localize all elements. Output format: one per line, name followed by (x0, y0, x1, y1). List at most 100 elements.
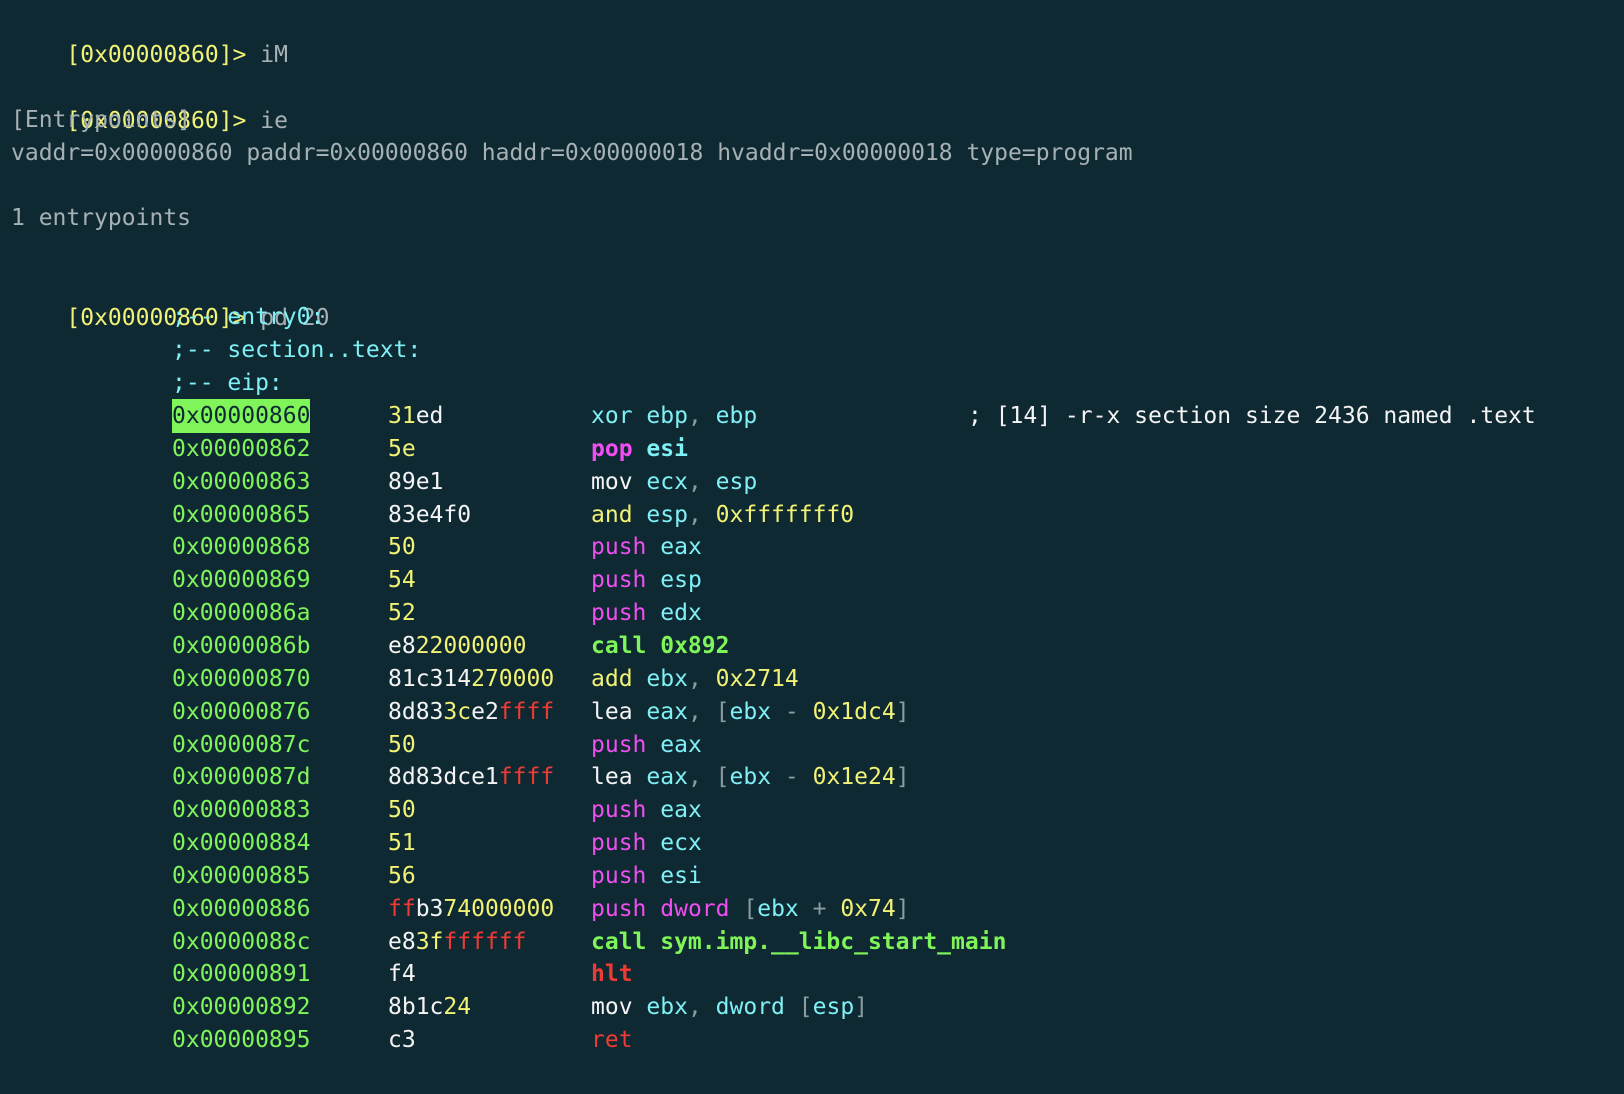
instruction-text: push eax (591, 728, 702, 762)
operand-token: pop (591, 435, 633, 462)
byte-segment: ffff (498, 764, 555, 791)
operand-token: hlt (591, 961, 633, 988)
disasm-row[interactable]: 0x0000086b e822000000 call 0x892 (0, 629, 1624, 663)
disasm-row[interactable]: 0x00000885 56 push esi (0, 859, 1624, 893)
operand-token: ebx (646, 994, 688, 1021)
instruction-address[interactable]: 0x0000088c (172, 925, 310, 959)
instruction-address[interactable]: 0x0000087c (172, 728, 310, 762)
operand-token (646, 896, 660, 922)
disasm-row[interactable]: 0x00000884 51 push ecx (0, 826, 1624, 860)
operand-token: call sym.imp.__libc_start_main (591, 928, 1007, 955)
operand-token: push (591, 567, 647, 594)
disasm-row[interactable]: 0x00000876 8d833ce2ffff lea eax, [ebx - 0x… (0, 695, 1624, 729)
operand-token (646, 600, 660, 626)
byte-segment: 22000000 (415, 632, 527, 659)
disasm-row[interactable]: 0x00000891 f4 hlt (0, 957, 1624, 991)
byte-segment: ffff (498, 698, 555, 725)
byte-segment: e2 (471, 698, 499, 725)
instruction-address[interactable]: 0x00000885 (172, 859, 310, 893)
disasm-row[interactable]: 0x0000086a 52 push edx (0, 596, 1624, 630)
byte-segment: 27 (471, 665, 499, 692)
instruction-address[interactable]: 0x00000865 (172, 498, 310, 532)
byte-segment: 3f (415, 928, 444, 955)
entrypoint-count: 1 entrypoints (11, 205, 192, 231)
instruction-bytes: 52 (388, 596, 416, 630)
operand-token: esp (660, 567, 702, 594)
instruction-address[interactable]: 0x00000891 (172, 957, 310, 991)
instruction-address[interactable]: 0x00000884 (172, 826, 310, 860)
operand-token: ebx (729, 764, 772, 791)
instruction-address[interactable]: 0x00000895 (172, 1023, 310, 1057)
disasm-row[interactable]: 0x00000863 89e1 mov ecx, esp (0, 465, 1624, 499)
instruction-bytes: 31ed (388, 399, 443, 433)
disasm-row[interactable]: 0x0000088c e83fffffff call sym.imp.__libc_… (0, 925, 1624, 959)
disasm-row[interactable]: 0x00000865 83e4f0 and esp, 0xfffffff0 (0, 498, 1624, 532)
instruction-address[interactable]: 0x0000086b (172, 629, 310, 663)
instruction-address[interactable]: 0x00000868 (172, 530, 310, 564)
operand-token: dword (660, 895, 730, 922)
operand-token: xor (591, 403, 633, 429)
flag-label: ;-- eip: (172, 370, 283, 396)
operand-token: push (591, 862, 647, 889)
instruction-address[interactable]: 0x00000883 (172, 793, 310, 827)
operand-token: push (591, 600, 647, 627)
instruction-text: push eax (591, 530, 702, 564)
operand-token (633, 764, 647, 790)
operand-token: ebx (646, 665, 688, 692)
operand-token: esp (715, 468, 758, 495)
disasm-row[interactable]: 0x00000892 8b1c24 mov ebx, dword [esp] (0, 990, 1624, 1024)
operand-token: ] (895, 895, 910, 922)
operand-token: push (591, 830, 647, 857)
operand-token: lea (591, 698, 633, 725)
instruction-text: push edx (591, 596, 702, 630)
byte-segment: 51 (388, 830, 416, 857)
byte-segment: ff (388, 895, 416, 922)
disasm-row[interactable]: 0x0000087c 50 push eax (0, 728, 1624, 762)
operand-token: eax (646, 764, 688, 791)
disasm-row[interactable]: 0x00000868 50 push eax (0, 530, 1624, 564)
disasm-row[interactable]: 0x00000886 ffb374000000 push dword [ebx + … (0, 892, 1624, 926)
instruction-address[interactable]: 0x00000870 (172, 662, 310, 696)
disasm-row[interactable]: 0x00000870 81c314270000 add ebx, 0x2714 (0, 662, 1624, 696)
instruction-text: add ebx, 0x2714 (591, 662, 799, 696)
operand-token: add (591, 665, 633, 692)
byte-segment: 5e (388, 435, 416, 462)
operand-token: lea (591, 764, 633, 791)
instruction-address[interactable]: 0x00000862 (172, 432, 310, 466)
instruction-bytes: 50 (388, 793, 416, 827)
instruction-text: push eax (591, 793, 702, 827)
operand-token: edx (660, 600, 702, 627)
terminal-window[interactable]: [0x00000860]> iM [0x00000860]> ie [Entry… (0, 0, 1624, 1094)
disasm-row[interactable]: 0x0000087d 8d83dce1ffff lea eax, [ebx - 0x… (0, 760, 1624, 794)
current-address[interactable]: 0x00000860 (172, 399, 311, 433)
operand-token: push (591, 797, 647, 824)
disasm-row[interactable]: 0x00000860 31ed xor ebp, ebp ; [14] -r-x se… (0, 399, 1624, 433)
instruction-address[interactable]: 0x00000886 (172, 892, 310, 926)
instruction-address[interactable]: 0x00000892 (172, 990, 310, 1024)
disasm-row[interactable]: 0x00000895 c3 ret (0, 1023, 1624, 1057)
prompt-line: [0x00000860]> pd 20 (11, 267, 329, 331)
operand-token: , (687, 698, 716, 725)
disasm-row[interactable]: 0x00000883 50 push eax (0, 793, 1624, 827)
operand-token: ebx (729, 698, 772, 725)
flag-label: ;-- section..text: (172, 337, 422, 363)
operand-token: 0x74 (840, 895, 896, 922)
operand-token: 0x1e24 (812, 764, 896, 791)
operand-token (633, 699, 647, 725)
instruction-address[interactable]: 0x00000876 (172, 695, 310, 729)
operand-token: , (687, 403, 716, 429)
instruction-address[interactable]: 0x00000869 (172, 563, 310, 597)
operand-token: ret (591, 1027, 633, 1054)
byte-segment: 83e4f0 (388, 501, 472, 528)
instruction-address[interactable]: 0x0000087d (172, 760, 310, 794)
instruction-bytes: 54 (388, 563, 416, 597)
disasm-row[interactable]: 0x00000862 5e pop esi (0, 432, 1624, 466)
instruction-address[interactable]: 0x0000086a (172, 596, 310, 630)
instruction-address[interactable]: 0x00000863 (172, 465, 310, 499)
byte-segment: b3 (415, 895, 444, 922)
operand-token: and (591, 501, 633, 528)
command-text: ie (260, 108, 288, 134)
disasm-row[interactable]: 0x00000869 54 push esp (0, 563, 1624, 597)
operand-token: + (798, 895, 841, 922)
instruction-text: call 0x892 (591, 629, 729, 663)
